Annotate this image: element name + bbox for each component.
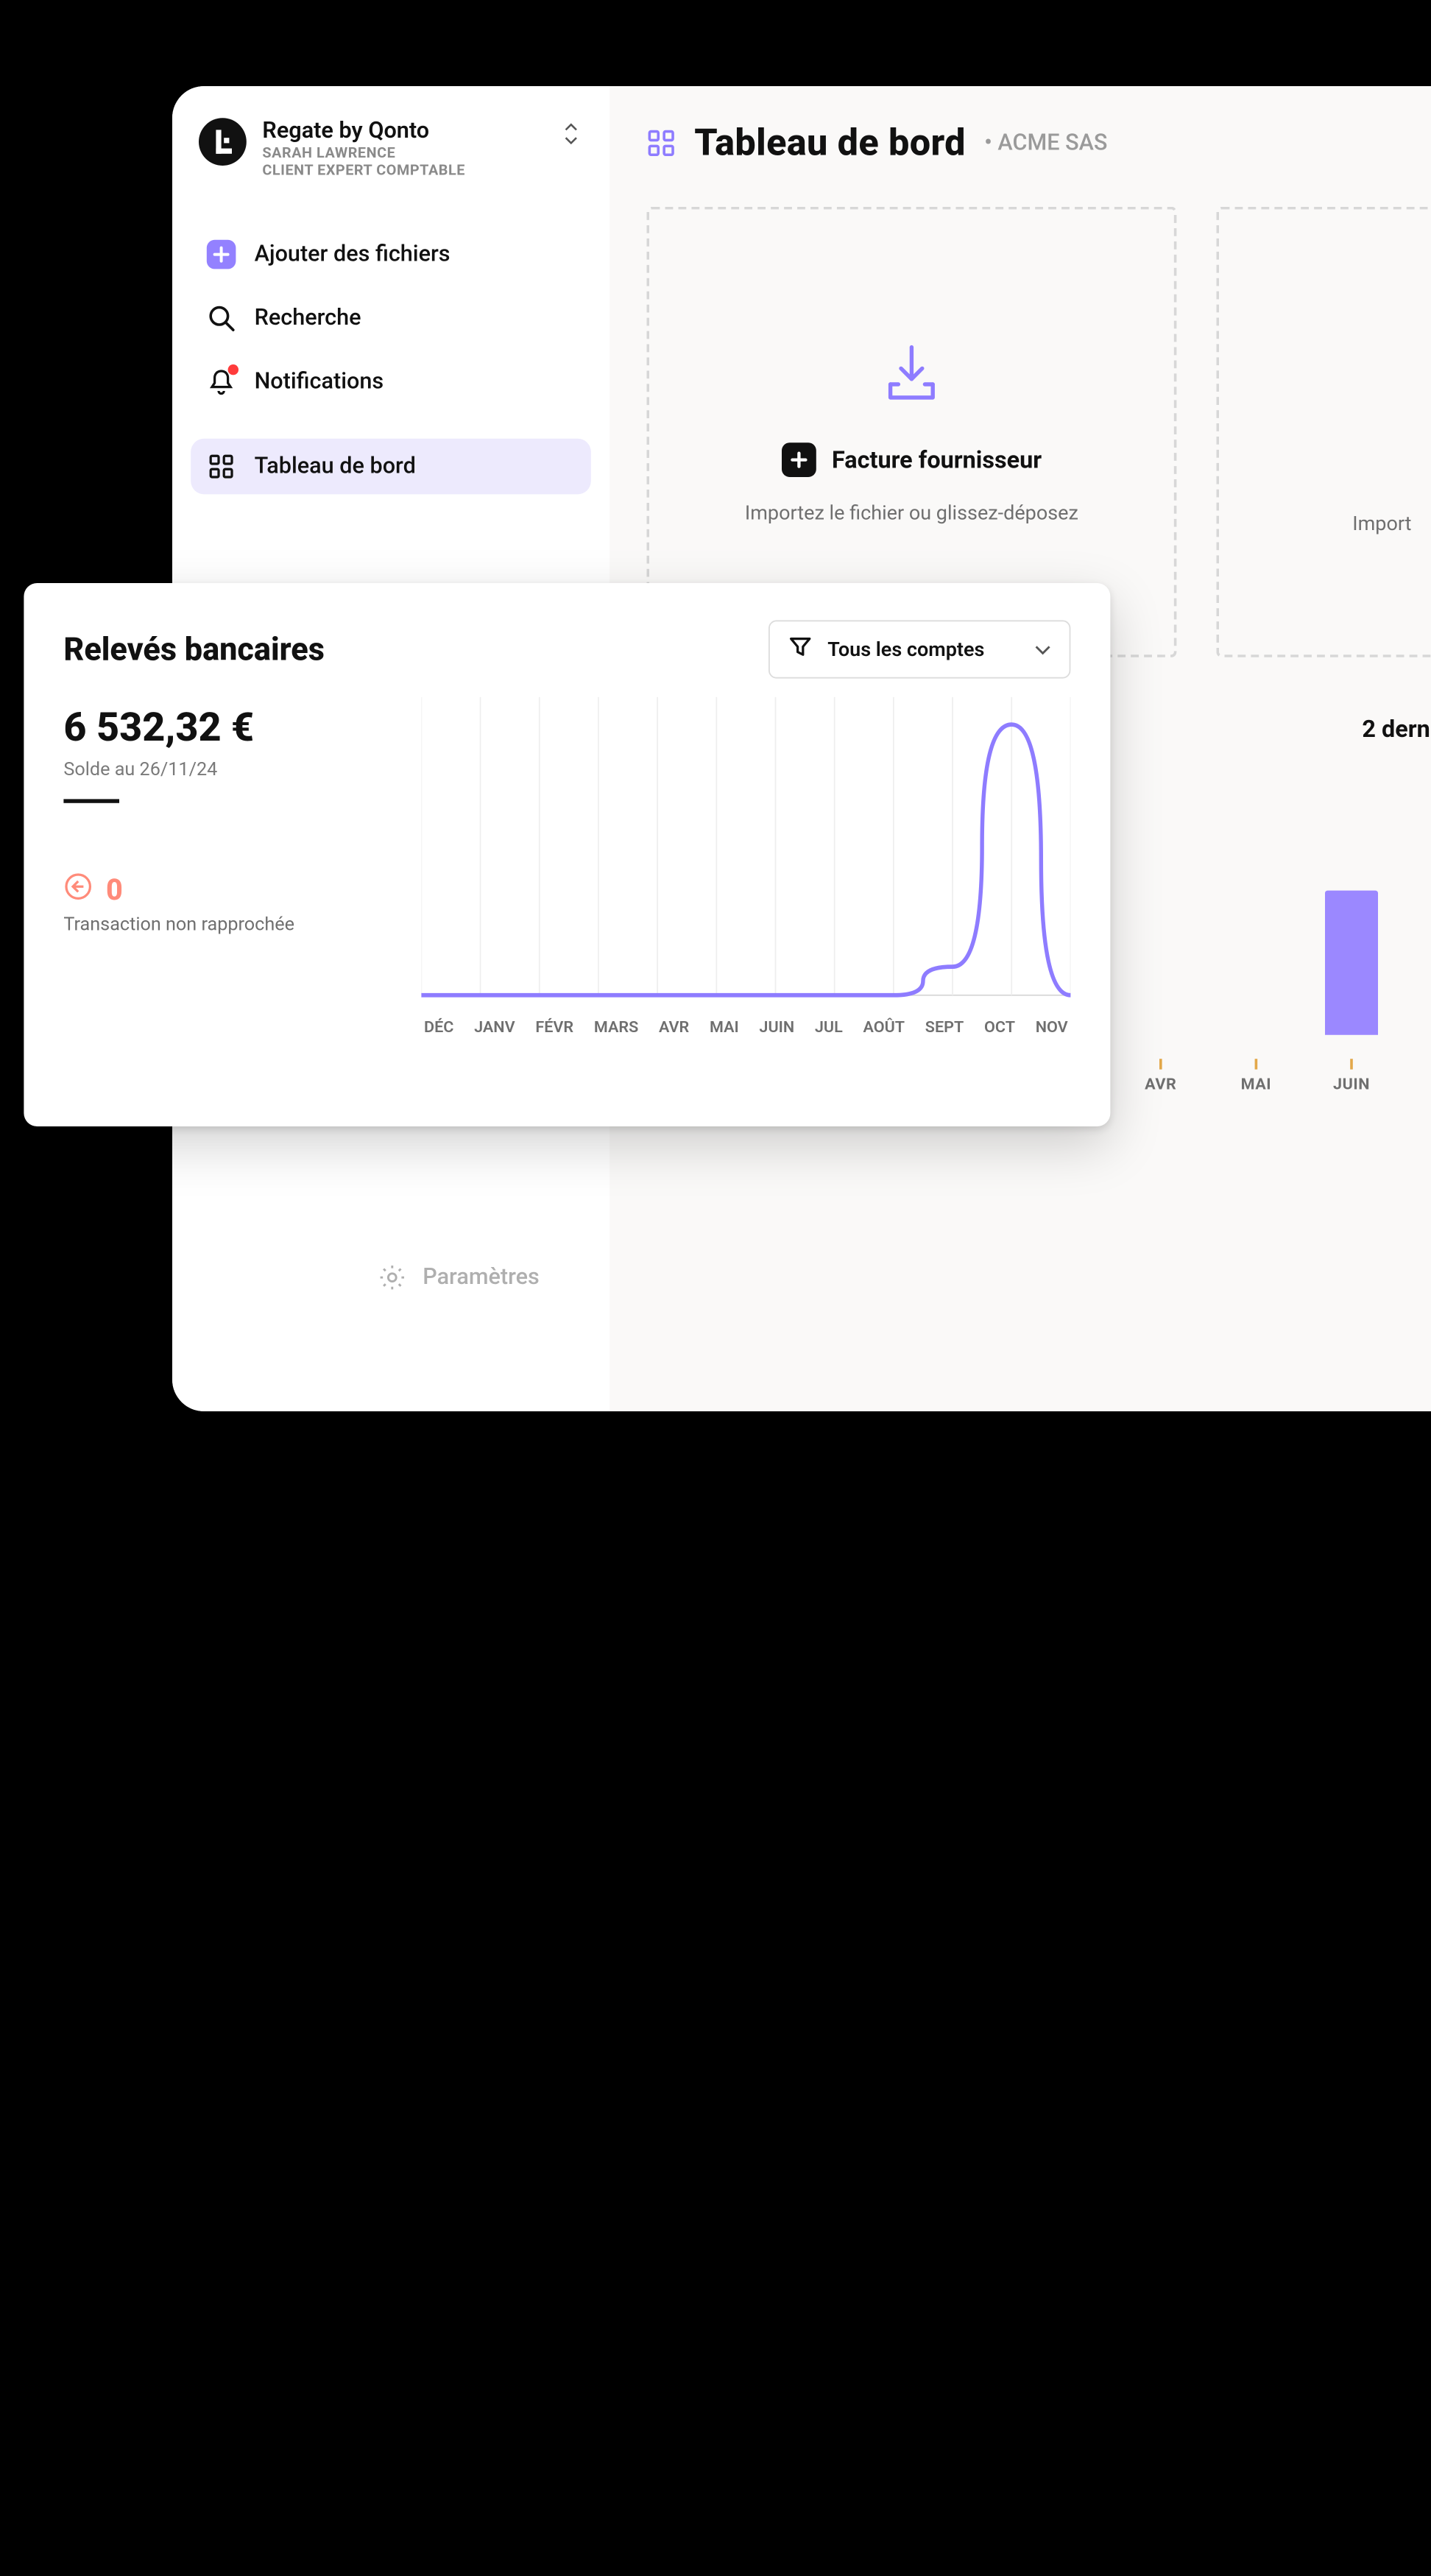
bell-icon — [207, 367, 236, 397]
plus-icon — [782, 442, 816, 477]
nav-add-files-label: Ajouter des fichiers — [255, 241, 451, 268]
line-x-label: FÉVR — [535, 1017, 573, 1036]
unreconciled-icon — [63, 872, 93, 908]
company-name: • ACME SAS — [984, 130, 1107, 156]
bar-label: AVR — [1134, 1059, 1187, 1093]
page-title: Tableau de bord — [694, 121, 966, 164]
line-x-label: MAI — [710, 1017, 739, 1036]
download-icon — [875, 339, 949, 419]
nav-search[interactable]: Recherche — [191, 290, 591, 346]
line-x-label: MARS — [594, 1017, 638, 1036]
line-x-label: DÉC — [424, 1017, 453, 1036]
balance-date: Solde au 26/11/24 — [63, 759, 395, 780]
nav-dashboard-label: Tableau de bord — [255, 454, 416, 480]
bank-statements-title: Relevés bancaires — [63, 631, 325, 668]
line-x-label: JUIN — [759, 1017, 794, 1036]
nav-add-files[interactable]: Ajouter des fichiers — [191, 227, 591, 283]
nav-notifications-label: Notifications — [255, 368, 384, 395]
unreconciled-count: 0 — [63, 872, 395, 908]
line-x-label: AOÛT — [863, 1017, 905, 1036]
bar-AVR — [1134, 1032, 1187, 1035]
drop-card-sub: Import — [1352, 512, 1411, 535]
bar-label: JUIN — [1325, 1059, 1378, 1093]
notification-dot — [228, 364, 239, 375]
plus-icon — [207, 240, 236, 269]
dashboard-grid-icon — [207, 452, 236, 481]
org-logo — [199, 118, 247, 166]
page-header: Tableau de bord • ACME SAS — [646, 113, 1431, 188]
filter-icon — [788, 635, 811, 664]
nav-settings-ghost: Paramètres — [378, 1263, 540, 1292]
nav-notifications[interactable]: Notifications — [191, 354, 591, 410]
balance-line-chart — [421, 697, 1070, 1002]
bank-statements-card: Relevés bancaires Tous les comptes 6 532… — [24, 583, 1110, 1126]
drop-card-secondary[interactable]: Import — [1216, 207, 1431, 657]
org-switcher[interactable]: Regate by Qonto SARAH LAWRENCE CLIENT EX… — [191, 116, 591, 190]
chevron-down-icon — [1035, 638, 1051, 661]
line-x-label: NOV — [1036, 1017, 1068, 1036]
chevron-down-icon — [565, 136, 578, 144]
drop-card-sub: Importez le fichier ou glissez-déposez — [745, 501, 1078, 524]
dashboard-grid-icon — [646, 128, 676, 158]
chevron-up-icon — [565, 123, 578, 131]
org-switcher-chevrons[interactable] — [559, 118, 583, 144]
nav-search-label: Recherche — [255, 305, 361, 331]
divider — [63, 799, 119, 802]
balance-amount: 6 532,32 € — [63, 705, 395, 752]
unreconciled-label: Transaction non rapprochée — [63, 914, 395, 936]
accounts-filter-dropdown[interactable]: Tous les comptes — [768, 620, 1070, 678]
bar-label: MAI — [1229, 1059, 1282, 1093]
line-x-label: OCT — [984, 1017, 1015, 1036]
filter-label: Tous les comptes — [827, 638, 984, 661]
bar-MAI — [1229, 1032, 1282, 1035]
org-role: CLIENT EXPERT COMPTABLE — [262, 162, 543, 179]
drop-card-title: Facture fournisseur — [832, 446, 1042, 474]
bar-JUIN — [1325, 890, 1378, 1035]
twelve-months-title: 2 derniers mois — [1362, 716, 1431, 744]
org-user: SARAH LAWRENCE — [262, 144, 543, 161]
search-icon — [207, 303, 236, 333]
line-x-label: JUL — [815, 1017, 843, 1036]
line-x-label: SEPT — [925, 1017, 964, 1036]
line-x-label: JANV — [474, 1017, 515, 1036]
nav-settings-label: Paramètres — [423, 1264, 540, 1291]
gear-icon — [378, 1263, 407, 1292]
org-name: Regate by Qonto — [262, 118, 543, 144]
unreconciled-number: 0 — [106, 874, 123, 907]
line-x-label: AVR — [659, 1017, 689, 1036]
nav-dashboard[interactable]: Tableau de bord — [191, 439, 591, 495]
